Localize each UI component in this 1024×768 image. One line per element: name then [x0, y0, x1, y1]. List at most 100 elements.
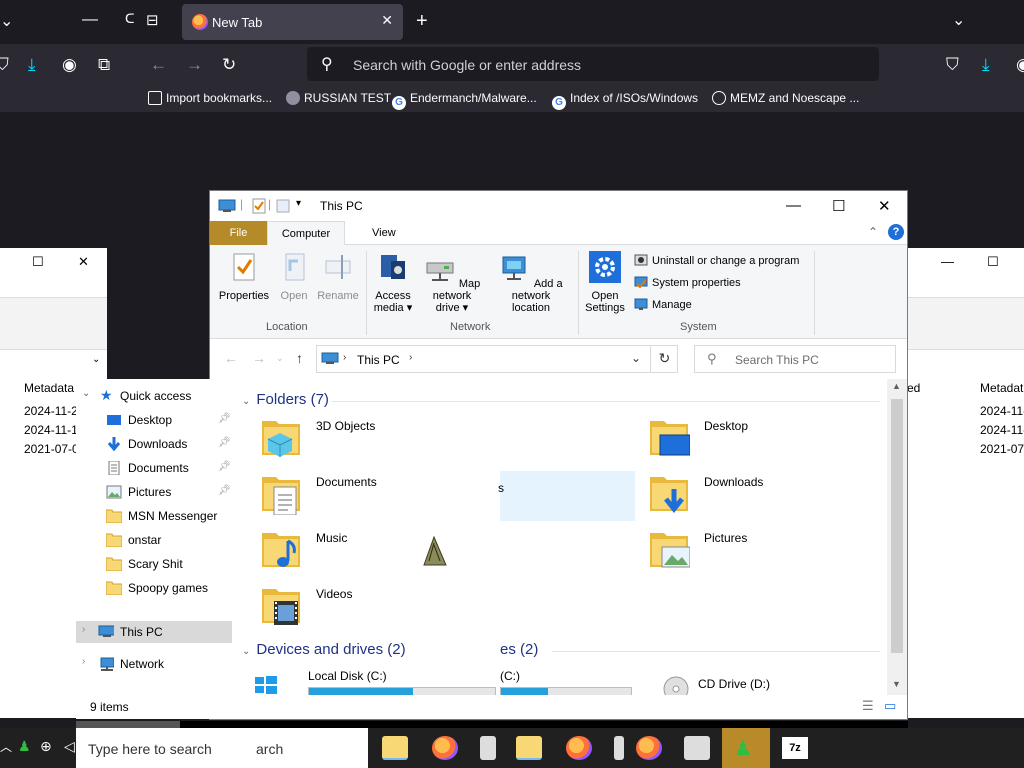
msn-messenger-taskbar-button[interactable]: ♟	[722, 728, 770, 768]
app-taskbar-icon[interactable]	[614, 736, 624, 760]
maximize-icon[interactable]: ☐	[832, 197, 845, 215]
account-icon[interactable]: ◉	[1016, 55, 1024, 75]
forward-icon[interactable]: →	[186, 55, 203, 75]
close-tab-icon[interactable]: ✕	[381, 12, 393, 29]
close-icon[interactable]: ✕	[878, 197, 891, 215]
nav-item-pictures[interactable]: Pictures 📌︎	[76, 481, 232, 503]
reload-icon[interactable]: ↻	[222, 55, 236, 75]
bookmark-endermanch[interactable]: G Endermanch/Malware...	[392, 91, 537, 110]
maximize-icon[interactable]: ☐	[32, 254, 44, 270]
downloads-icon[interactable]: ⤓	[28, 55, 36, 75]
recent-locations-icon[interactable]: ⌄	[276, 353, 284, 364]
app-taskbar-icon[interactable]	[480, 736, 496, 760]
app-taskbar-icon[interactable]	[684, 736, 710, 760]
folder-documents[interactable]: Documents	[262, 471, 422, 521]
up-icon[interactable]: ↑	[296, 350, 303, 366]
bookmark-memz[interactable]: MEMZ and Noescape ...	[712, 91, 859, 105]
system-properties-button[interactable]: System properties	[634, 275, 741, 289]
chevron-right-icon[interactable]: ›	[82, 656, 85, 667]
uninstall-program-button[interactable]: Uninstall or change a program	[634, 253, 799, 267]
properties-button[interactable]: Properties	[216, 251, 272, 302]
column-header[interactable]: ed	[907, 381, 920, 395]
nav-item-documents[interactable]: Documents 📌︎	[76, 457, 232, 479]
downloads-icon[interactable]: ⤓	[982, 55, 990, 75]
folder-videos[interactable]: Videos	[262, 583, 422, 633]
access-media-button[interactable]: Access media ▾	[372, 251, 414, 314]
column-header[interactable]: Metadata	[24, 381, 74, 395]
refresh-button[interactable]: ↻	[650, 345, 678, 373]
scroll-up-icon[interactable]: ▲	[892, 381, 901, 391]
bookmark-import[interactable]: Import bookmarks...	[148, 91, 272, 105]
section-folders[interactable]: ⌄ Folders (7)	[242, 391, 329, 408]
drive-cd-d[interactable]: CD Drive (D:)	[662, 669, 822, 695]
shield-icon[interactable]: ⛉	[0, 55, 9, 75]
open-settings-button[interactable]: Open Settings	[582, 251, 628, 314]
explorer-titlebar[interactable]: | | ▾ This PC — ☐ ✕	[210, 191, 907, 221]
taskbar-search[interactable]: Type here to search arch	[76, 728, 368, 768]
minimize-icon[interactable]: —	[786, 197, 801, 214]
chevron-right-icon[interactable]: ›	[409, 352, 412, 363]
tab-file[interactable]: File	[210, 221, 267, 245]
pocket-icon[interactable]: ⛉	[946, 55, 959, 75]
url-bar[interactable]: ⚲ Search with Google or enter address	[307, 47, 879, 81]
breadcrumb[interactable]: This PC	[357, 353, 400, 367]
close-icon[interactable]: ✕	[78, 254, 89, 270]
nav-quick-access[interactable]: ⌄ ★ Quick access	[76, 385, 232, 407]
chevron-down-icon[interactable]: ⌄	[631, 351, 641, 365]
msn-tray-icon[interactable]: ♟	[18, 738, 31, 755]
rename-button[interactable]: Rename	[316, 251, 360, 302]
list-all-tabs-icon[interactable]: ⌄	[952, 10, 965, 30]
bookmark-russian-test[interactable]: RUSSIAN TEST	[286, 91, 391, 105]
collapse-ribbon-icon[interactable]: ⌃	[868, 225, 878, 239]
vertical-scrollbar[interactable]: ▲ ▼	[887, 379, 907, 695]
chevron-down-icon[interactable]: ⌄	[82, 388, 90, 399]
section-devices[interactable]: ⌄ Devices and drives (2)	[242, 641, 406, 658]
drive-local-c[interactable]: Local Disk (C:)	[254, 669, 504, 695]
file-explorer-taskbar-icon[interactable]	[382, 736, 408, 760]
nav-this-pc[interactable]: › This PC	[76, 621, 232, 643]
firefox-taskbar-icon[interactable]	[432, 736, 458, 760]
nav-item-onstar[interactable]: onstar	[76, 529, 232, 551]
tab-view-icon[interactable]: ᑕ	[125, 11, 135, 27]
folder-3d-objects[interactable]: 3D Objects	[262, 415, 422, 465]
nav-item-downloads[interactable]: Downloads 📌︎	[76, 433, 232, 455]
manage-button[interactable]: Manage	[634, 297, 692, 311]
search-box[interactable]: ⚲ Search This PC	[694, 345, 896, 373]
nav-network[interactable]: › Network	[76, 653, 232, 675]
map-network-drive-button[interactable]: Map network drive ▾	[416, 251, 488, 314]
firefox-taskbar-icon[interactable]	[566, 736, 592, 760]
open-button[interactable]: Open	[274, 251, 314, 302]
minimize-icon[interactable]: —	[82, 11, 98, 29]
nav-item-scary-shit[interactable]: Scary Shit	[76, 553, 232, 575]
nav-item-spoopy-games[interactable]: Spoopy games	[76, 577, 232, 599]
bookmark-isos[interactable]: G Index of /ISOs/Windows	[552, 91, 698, 110]
folder-desktop[interactable]: Desktop	[650, 415, 810, 465]
add-network-location-button[interactable]: Add a network location	[490, 251, 572, 314]
nav-item-msn-messenger[interactable]: MSN Messenger	[76, 505, 232, 527]
scroll-down-icon[interactable]: ▼	[892, 679, 901, 689]
column-header[interactable]: Metadat	[980, 381, 1023, 395]
details-view-icon[interactable]: ☰	[862, 698, 874, 714]
back-icon[interactable]: ←	[150, 55, 167, 75]
new-folder-quick-icon[interactable]	[276, 199, 290, 213]
chevron-down-icon[interactable]: ⌄	[92, 354, 100, 365]
folder-downloads[interactable]: Downloads	[650, 471, 810, 521]
back-icon[interactable]: ←	[224, 350, 238, 366]
help-icon[interactable]: ?	[888, 224, 904, 240]
scroll-thumb[interactable]	[891, 399, 903, 653]
globe-icon[interactable]: ⊕	[40, 738, 52, 755]
firefox-taskbar-icon[interactable]	[636, 736, 662, 760]
chevron-right-icon[interactable]: ›	[82, 624, 85, 635]
customize-quick-access-icon[interactable]: ▾	[296, 198, 301, 209]
account-icon[interactable]: ◉	[62, 55, 77, 75]
large-icons-view-icon[interactable]: ▭	[884, 698, 896, 714]
new-tab-button[interactable]: +	[416, 10, 428, 33]
properties-quick-icon[interactable]	[252, 198, 266, 214]
tab-new-tab[interactable]: New Tab ✕	[182, 4, 403, 40]
speaker-icon[interactable]: ◁	[64, 738, 75, 755]
forward-icon[interactable]: →	[252, 350, 266, 366]
chevron-down-icon[interactable]: ⌄	[0, 11, 13, 31]
container-tabs-icon[interactable]: ⊟	[146, 11, 159, 29]
chevron-right-icon[interactable]: ›	[343, 352, 346, 363]
address-bar[interactable]: › This PC › ⌄	[316, 345, 678, 373]
